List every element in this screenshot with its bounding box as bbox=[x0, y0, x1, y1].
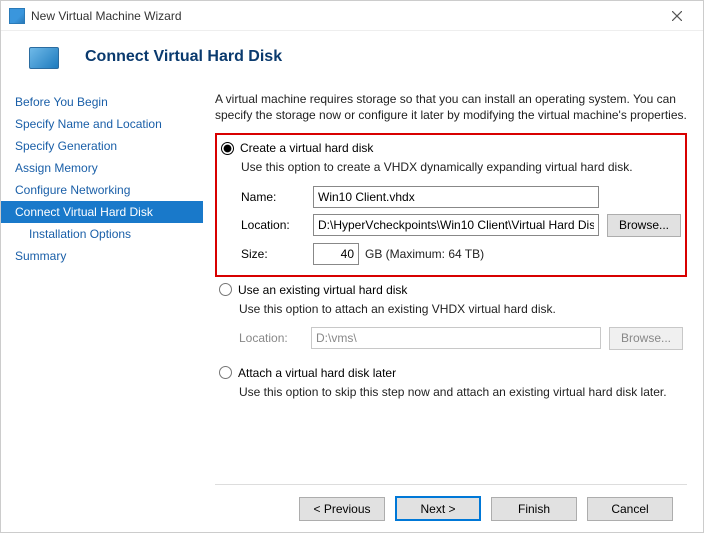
wizard-window: New Virtual Machine Wizard Connect Virtu… bbox=[0, 0, 704, 533]
step-assign-memory[interactable]: Assign Memory bbox=[1, 157, 203, 179]
radio-existing-label: Use an existing virtual hard disk bbox=[238, 283, 407, 297]
step-summary[interactable]: Summary bbox=[1, 245, 203, 267]
page-title: Connect Virtual Hard Disk bbox=[85, 48, 282, 66]
option-create-desc: Use this option to create a VHDX dynamic… bbox=[241, 159, 681, 175]
option-create-vhd: Create a virtual hard disk Use this opti… bbox=[215, 133, 687, 276]
footer-buttons: < Previous Next > Finish Cancel bbox=[215, 484, 687, 532]
cancel-button[interactable]: Cancel bbox=[587, 497, 673, 521]
option-attach-later: Attach a virtual hard disk later Use thi… bbox=[215, 360, 687, 420]
browse-button[interactable]: Browse... bbox=[607, 214, 681, 237]
step-installation-options[interactable]: Installation Options bbox=[1, 223, 203, 245]
step-specify-name[interactable]: Specify Name and Location bbox=[1, 113, 203, 135]
radio-create-label: Create a virtual hard disk bbox=[240, 141, 373, 155]
size-input[interactable] bbox=[313, 243, 359, 265]
option-existing-desc: Use this option to attach an existing VH… bbox=[239, 301, 683, 317]
titlebar: New Virtual Machine Wizard bbox=[1, 1, 703, 31]
intro-text: A virtual machine requires storage so th… bbox=[215, 91, 687, 123]
step-configure-networking[interactable]: Configure Networking bbox=[1, 179, 203, 201]
existing-location-input: D:\vms\ bbox=[311, 327, 601, 349]
close-button[interactable] bbox=[659, 4, 695, 28]
window-title: New Virtual Machine Wizard bbox=[31, 9, 659, 23]
option-later-desc: Use this option to skip this step now an… bbox=[239, 384, 683, 400]
close-icon bbox=[672, 11, 682, 21]
step-specify-generation[interactable]: Specify Generation bbox=[1, 135, 203, 157]
page-header: Connect Virtual Hard Disk bbox=[1, 31, 703, 87]
step-connect-vhd[interactable]: Connect Virtual Hard Disk bbox=[1, 201, 203, 223]
size-hint: GB (Maximum: 64 TB) bbox=[365, 247, 484, 261]
radio-existing-vhd[interactable] bbox=[219, 283, 232, 296]
next-button[interactable]: Next > bbox=[395, 496, 481, 521]
finish-button[interactable]: Finish bbox=[491, 497, 577, 521]
radio-attach-later[interactable] bbox=[219, 366, 232, 379]
option-existing-vhd: Use an existing virtual hard disk Use th… bbox=[215, 277, 687, 360]
wizard-icon bbox=[29, 47, 59, 69]
size-label: Size: bbox=[241, 247, 305, 261]
app-icon bbox=[9, 8, 25, 24]
existing-browse-button: Browse... bbox=[609, 327, 683, 350]
existing-location-label: Location: bbox=[239, 331, 303, 345]
name-input[interactable] bbox=[313, 186, 599, 208]
location-input[interactable] bbox=[313, 214, 599, 236]
name-label: Name: bbox=[241, 190, 305, 204]
step-before-you-begin[interactable]: Before You Begin bbox=[1, 91, 203, 113]
radio-create-vhd[interactable] bbox=[221, 142, 234, 155]
content-pane: A virtual machine requires storage so th… bbox=[203, 87, 703, 532]
previous-button[interactable]: < Previous bbox=[299, 497, 385, 521]
wizard-steps: Before You Begin Specify Name and Locati… bbox=[1, 87, 203, 532]
radio-later-label: Attach a virtual hard disk later bbox=[238, 366, 396, 380]
location-label: Location: bbox=[241, 218, 305, 232]
